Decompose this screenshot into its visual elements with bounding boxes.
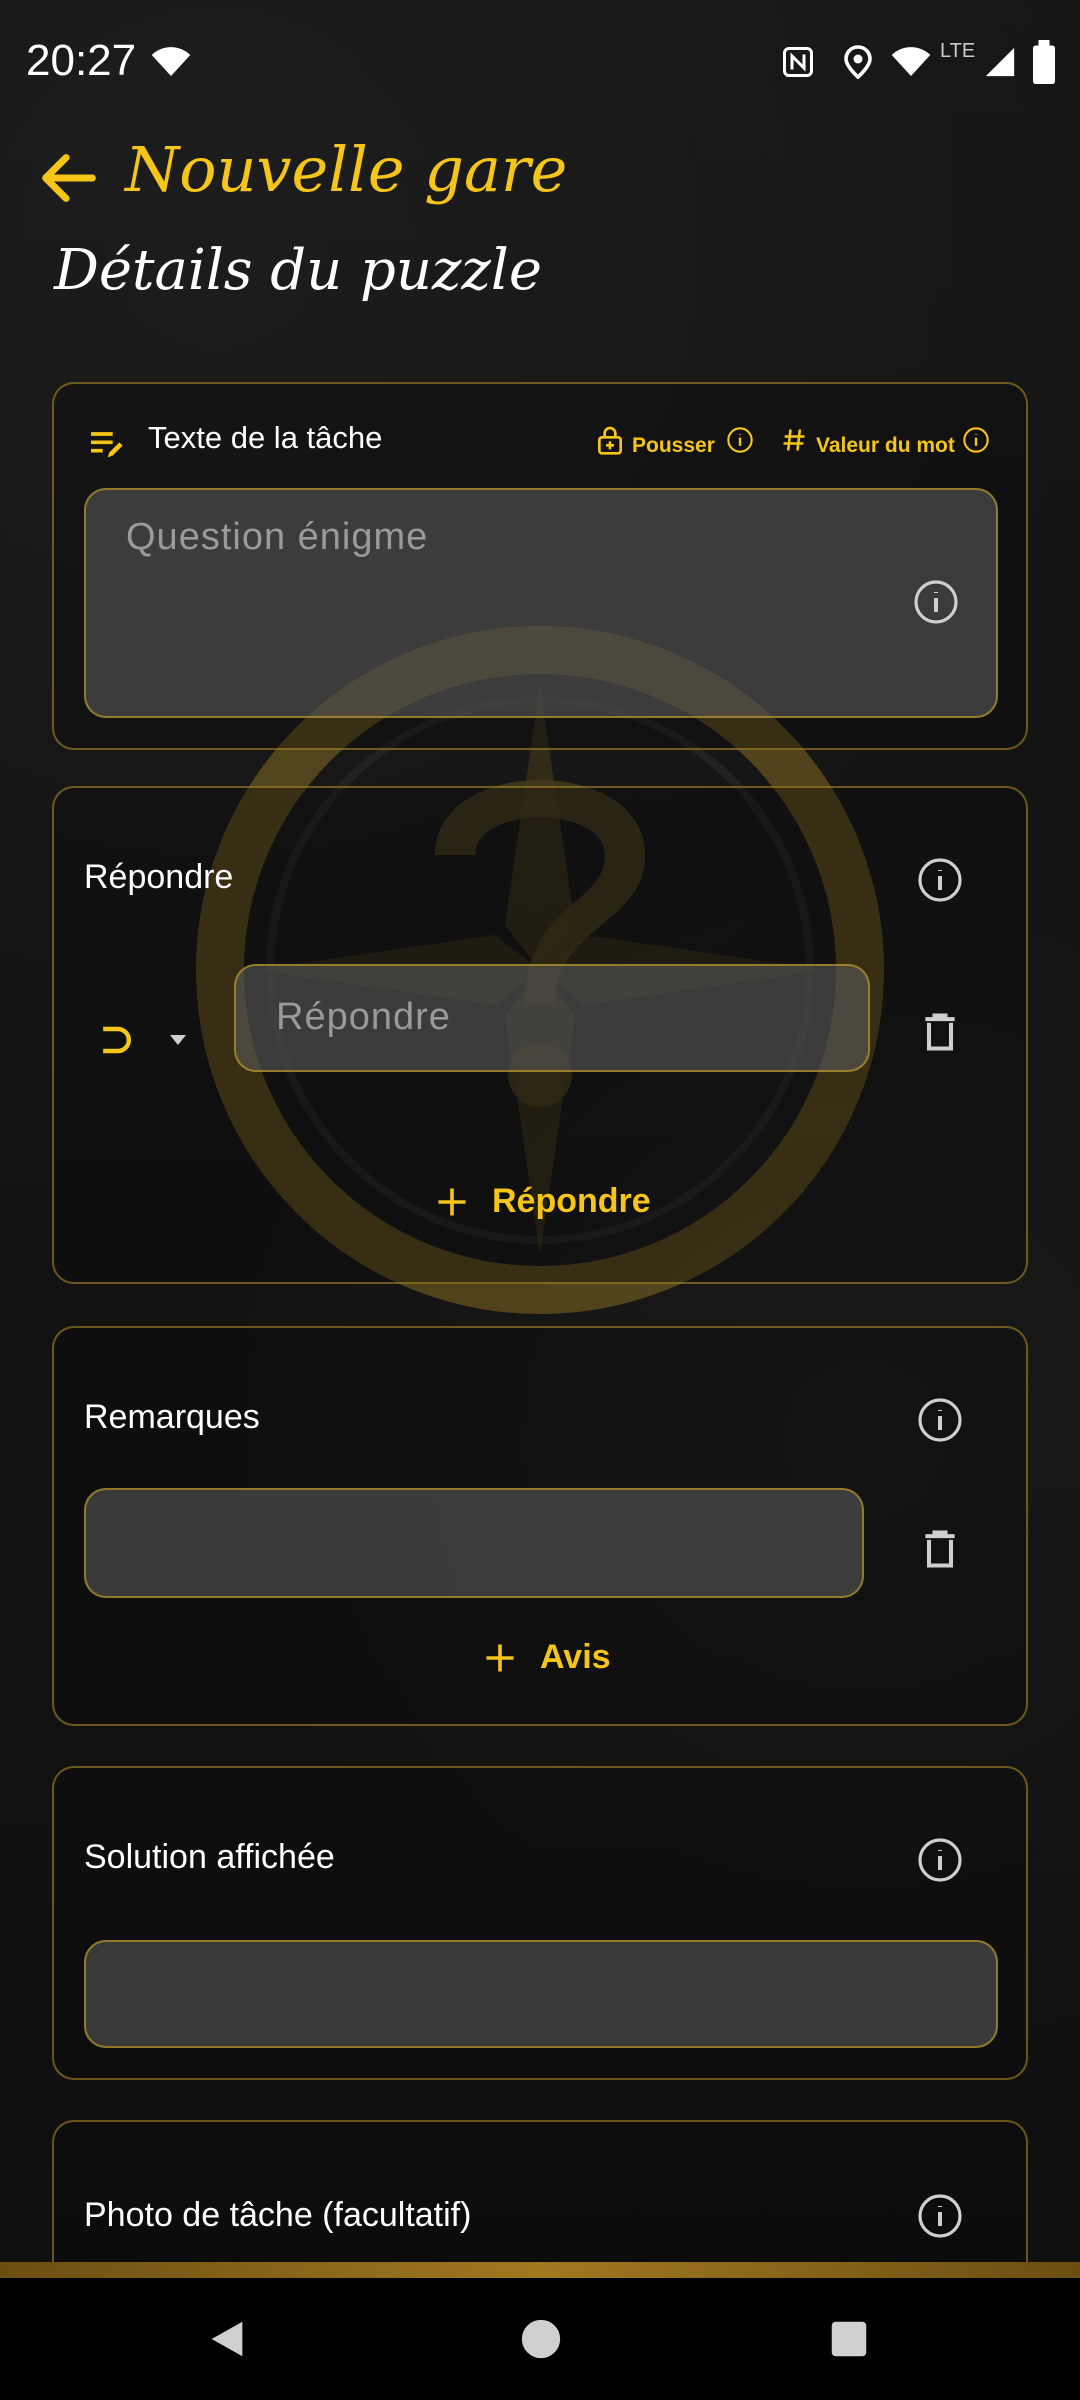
wifi-icon [151,47,191,76]
task-question-input[interactable]: Question énigme [84,488,998,718]
system-navigation-bar [0,2278,1080,2400]
lock-icon [598,426,622,455]
info-icon[interactable] [916,2192,964,2240]
status-time: 20:27 [26,36,137,85]
info-icon[interactable] [726,426,754,454]
operator-dropdown[interactable] [94,1018,214,1068]
trash-icon[interactable] [918,1524,962,1574]
task-text-label: Texte de la tâche [148,420,383,455]
add-answer-button[interactable]: Répondre [434,1174,694,1234]
photo-label: Photo de tâche (facultatif) [84,2196,472,2234]
nfc-icon [783,47,813,77]
page-title: Nouvelle gare [125,133,568,206]
task-text-card: Texte de la tâche Pousser Valeur du mot … [52,382,1028,750]
section-title: Détails du puzzle [54,238,542,303]
push-toggle[interactable]: Pousser [632,434,715,458]
info-icon[interactable] [916,1836,964,1884]
remarks-label: Remarques [84,1398,260,1436]
location-icon [844,45,872,80]
answer-card: Répondre Répondre Répondre [52,786,1028,1284]
add-remark-button[interactable]: Avis [482,1630,682,1690]
nav-recents-icon[interactable] [826,2316,872,2362]
network-type: LTE [940,40,976,62]
hash-icon [783,429,805,451]
plus-icon [438,1188,466,1216]
battery-icon [1033,40,1055,84]
answer-placeholder: Répondre [276,996,451,1038]
remarks-card: Remarques Avis [52,1326,1028,1726]
answer-input[interactable]: Répondre [234,964,870,1072]
superset-icon [103,1026,131,1054]
plus-icon [486,1644,514,1672]
bottom-decorative-strip [0,2262,1080,2278]
info-icon[interactable] [916,856,964,904]
add-answer-label: Répondre [492,1182,651,1220]
cell-signal-icon [985,47,1015,77]
nav-home-icon[interactable] [518,2316,564,2362]
solution-input[interactable] [84,1940,998,2048]
nav-back-icon[interactable] [204,2316,250,2362]
edit-note-icon [91,432,123,458]
info-icon[interactable] [912,578,960,626]
app-bar: Nouvelle gare [0,125,1080,235]
answer-label: Répondre [84,858,234,896]
info-icon[interactable] [916,1396,964,1444]
caret-down-icon [170,1035,186,1045]
arrow-left-icon[interactable] [34,143,104,213]
add-remark-label: Avis [540,1638,611,1676]
trash-icon[interactable] [918,1010,962,1054]
remarks-input[interactable] [84,1488,864,1598]
word-value-toggle[interactable]: Valeur du mot [816,434,955,458]
solution-label: Solution affichée [84,1838,335,1876]
solution-card: Solution affichée [52,1766,1028,2080]
task-question-placeholder: Question énigme [126,516,429,558]
wifi-signal-icon [891,47,931,76]
status-bar: 20:27 LTE [0,0,1080,125]
info-icon[interactable] [962,426,990,454]
